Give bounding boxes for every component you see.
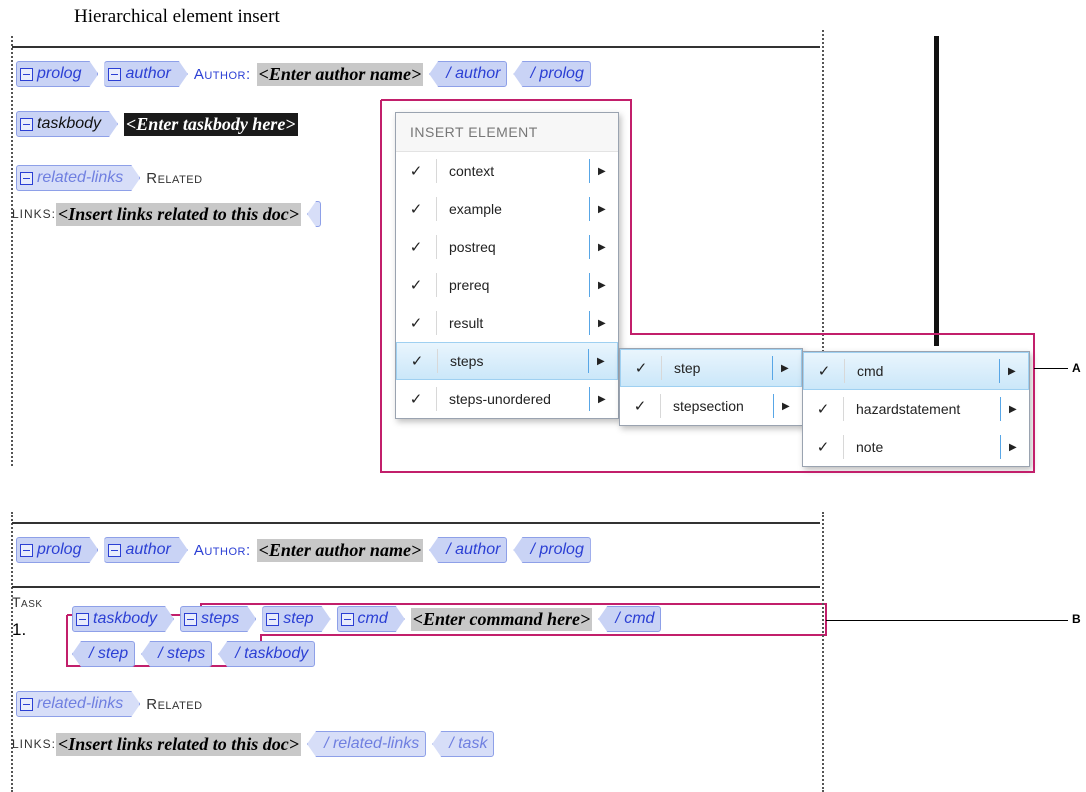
- author-start-tag[interactable]: author: [104, 537, 187, 563]
- steps-start-tag[interactable]: steps: [180, 606, 256, 632]
- related-links-end-tag[interactable]: / related-links: [307, 731, 427, 757]
- taskbody-end-tag[interactable]: / taskbody: [218, 641, 316, 667]
- callout-a-leader: [1034, 368, 1068, 369]
- related-links-row-bottom: related-links Related: [16, 691, 209, 717]
- prolog-row-bottom: prolog author Author: <Enter author name…: [16, 537, 597, 563]
- task-end-tag[interactable]: / task: [432, 731, 495, 757]
- author-end-tag[interactable]: / author: [429, 537, 508, 563]
- collapse-icon[interactable]: [266, 613, 279, 626]
- right-margin-guide-bottom: [822, 512, 824, 792]
- step-number: 1.: [12, 620, 27, 639]
- taskbody-start-tag[interactable]: taskbody: [72, 606, 174, 632]
- links-label: LINKS:: [12, 737, 57, 751]
- author-placeholder[interactable]: <Enter author name>: [256, 538, 424, 562]
- task-label: Task: [12, 594, 43, 610]
- prolog-end-tag[interactable]: / prolog: [513, 537, 591, 563]
- step-end-tag[interactable]: / step: [72, 641, 136, 667]
- author-label: Author:: [193, 541, 251, 559]
- step-start-tag[interactable]: step: [262, 606, 330, 632]
- cmd-end-tag[interactable]: / cmd: [598, 606, 662, 632]
- links-row-bottom: LINKS: <Insert links related to this doc…: [12, 731, 500, 757]
- steps-end-tag[interactable]: / steps: [141, 641, 213, 667]
- prolog-start-tag[interactable]: prolog: [16, 537, 98, 563]
- collapse-icon[interactable]: [76, 613, 89, 626]
- collapse-icon[interactable]: [20, 544, 33, 557]
- cmd-start-tag[interactable]: cmd: [337, 606, 405, 632]
- collapse-icon[interactable]: [108, 544, 121, 557]
- links-placeholder[interactable]: <Insert links related to this doc>: [56, 732, 302, 756]
- collapse-icon[interactable]: [184, 613, 197, 626]
- callout-b-leader: [826, 620, 1068, 621]
- collapse-icon[interactable]: [341, 613, 354, 626]
- collapse-icon[interactable]: [20, 698, 33, 711]
- end-tags-row: / step / steps / taskbody: [72, 641, 321, 667]
- callout-a-letter: A: [1072, 361, 1081, 375]
- command-placeholder[interactable]: <Enter command here>: [410, 607, 593, 631]
- related-links-start-tag[interactable]: related-links: [16, 691, 140, 717]
- steps-row: taskbody steps step cmd <Enter command h…: [72, 606, 667, 632]
- callout-a-outline: [66, 99, 1035, 667]
- bottom-mid-rule: [12, 586, 820, 588]
- bottom-top-rule: [12, 522, 820, 524]
- callout-b-letter: B: [1072, 612, 1081, 626]
- related-label: Related: [146, 695, 203, 713]
